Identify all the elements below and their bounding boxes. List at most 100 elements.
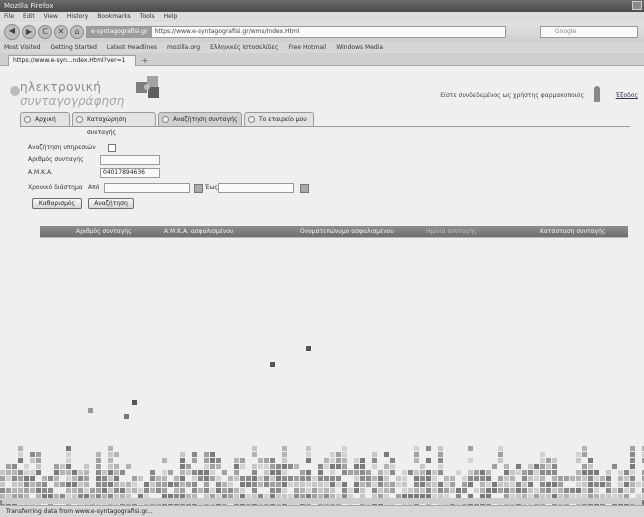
stop-icon[interactable]: ✕ [54, 25, 68, 39]
back-icon[interactable]: ◀ [4, 24, 20, 40]
mosaic-tile [582, 452, 587, 457]
mosaic-tile [198, 476, 203, 481]
home-icon[interactable]: ⌂ [70, 25, 84, 39]
mosaic-tile [450, 488, 455, 493]
forward-icon[interactable]: ▶ [22, 25, 36, 39]
mosaic-tile [72, 470, 77, 475]
new-tab-button[interactable]: + [140, 56, 150, 65]
menu-file[interactable]: File [4, 12, 14, 22]
window-close-button[interactable] [632, 1, 642, 10]
mosaic-tile [282, 464, 287, 469]
date-from-input[interactable] [104, 183, 190, 193]
mosaic-tile [66, 464, 71, 469]
column-header[interactable]: Αριθμός συνταγής [76, 226, 132, 237]
mosaic-tile [30, 476, 35, 481]
mosaic-tile [438, 458, 443, 463]
bookmark-item[interactable]: Windows Media [336, 42, 383, 53]
mosaic-tile [294, 464, 299, 469]
mosaic-tile [498, 488, 503, 493]
mosaic-tile [216, 464, 221, 469]
menu-help[interactable]: Help [164, 12, 178, 22]
mosaic-tile [348, 470, 353, 475]
horizontal-scrollbar[interactable] [2, 498, 642, 504]
mosaic-tile [30, 452, 35, 457]
tab-prescription-entry[interactable]: Καταχώρηση συνταγής [72, 112, 156, 136]
mosaic-tile [426, 476, 431, 481]
tab-label: Αρχική [35, 116, 56, 123]
mosaic-tile [630, 452, 635, 457]
tab-my-account[interactable]: Το εταιρείο μου [244, 112, 314, 126]
mosaic-tile [6, 470, 11, 475]
mosaic-tile [330, 464, 335, 469]
mosaic-tile [564, 476, 569, 481]
logout-link[interactable]: Έξοδος [616, 92, 638, 99]
window-titlebar: Mozilla Firefox [0, 0, 644, 12]
bookmark-item[interactable]: mozilla.org [167, 42, 200, 53]
search-input[interactable]: Google [540, 26, 638, 38]
column-header[interactable]: Ημ/νία συνταγής [426, 226, 477, 237]
mosaic-tile [72, 476, 77, 481]
mosaic-tile [558, 476, 563, 481]
menu-bookmarks[interactable]: Bookmarks [97, 12, 131, 22]
calendar-icon[interactable] [194, 184, 203, 193]
mosaic-tile [468, 476, 473, 481]
menu-view[interactable]: View [44, 12, 58, 22]
mosaic-tile [108, 464, 113, 469]
date-to-input[interactable] [218, 183, 294, 193]
mosaic-tile [180, 452, 185, 457]
mosaic-tile [330, 470, 335, 475]
tab-home[interactable]: Αρχική [20, 112, 70, 126]
reload-icon[interactable]: C [38, 25, 52, 39]
mosaic-tile [174, 476, 179, 481]
mosaic-tile [480, 488, 485, 493]
site-logo[interactable]: ηλεκτρονική συνταγογράφηση [10, 80, 124, 108]
mosaic-tile [132, 476, 137, 481]
mosaic-tile [504, 476, 509, 481]
mosaic-tile [294, 482, 299, 487]
mosaic-tile [588, 482, 593, 487]
clear-button[interactable]: Καθαρισμός [32, 198, 82, 209]
mosaic-tile [162, 458, 167, 463]
mosaic-tile [12, 482, 17, 487]
services-checkbox[interactable] [108, 144, 116, 152]
column-header[interactable]: Α.Μ.Κ.Α. ασφαλισμένου [164, 226, 233, 237]
menu-history[interactable]: History [67, 12, 88, 22]
mosaic-tile [612, 464, 617, 469]
mosaic-tile [96, 458, 101, 463]
mosaic-tile [138, 476, 143, 481]
mosaic-tile [576, 488, 581, 493]
bookmark-item[interactable]: Most Visited [4, 42, 41, 53]
mosaic-tile [186, 470, 191, 475]
site-identity-badge[interactable]: e-syntagografisi.gr [87, 27, 152, 37]
calendar-icon[interactable] [300, 184, 309, 193]
mosaic-tile [528, 482, 533, 487]
mosaic-tile [582, 488, 587, 493]
mosaic-tile [366, 482, 371, 487]
mosaic-tile [402, 482, 407, 487]
bookmark-item[interactable]: Latest Headlines [107, 42, 157, 53]
mosaic-tile [474, 488, 479, 493]
search-tab-icon [162, 116, 169, 123]
mosaic-tile [96, 476, 101, 481]
bookmark-item[interactable]: Free Hotmail [288, 42, 326, 53]
mosaic-tile [438, 452, 443, 457]
mosaic-tile [360, 464, 365, 469]
bookmark-item[interactable]: Getting Started [51, 42, 97, 53]
tab-prescription-search[interactable]: Αναζήτηση συνταγής [158, 112, 242, 126]
mosaic-tile [114, 464, 119, 469]
mosaic-tile [528, 470, 533, 475]
date-from-label: Από [88, 184, 100, 191]
url-bar[interactable]: e-syntagografisi.gr https://www.e-syntago… [86, 26, 506, 38]
search-button[interactable]: Αναζήτηση [88, 198, 134, 209]
column-header[interactable]: Κατάσταση συνταγής [540, 226, 605, 237]
prescription-number-input[interactable] [100, 155, 160, 165]
browser-tab[interactable]: https://www.e-syn...ndex.Html?ver=1 [8, 55, 136, 66]
menu-edit[interactable]: Edit [23, 12, 35, 22]
bookmark-item[interactable]: Ελληνικές Ιστοσελίδες [210, 42, 278, 53]
amka-input[interactable]: 04017894636 [100, 168, 160, 178]
menu-tools[interactable]: Tools [140, 12, 155, 22]
column-header[interactable]: Ονοματεπώνυμο ασφαλισμένου [300, 226, 394, 237]
mosaic-tile [276, 488, 281, 493]
mosaic-tile [222, 482, 227, 487]
mosaic-tile [96, 452, 101, 457]
